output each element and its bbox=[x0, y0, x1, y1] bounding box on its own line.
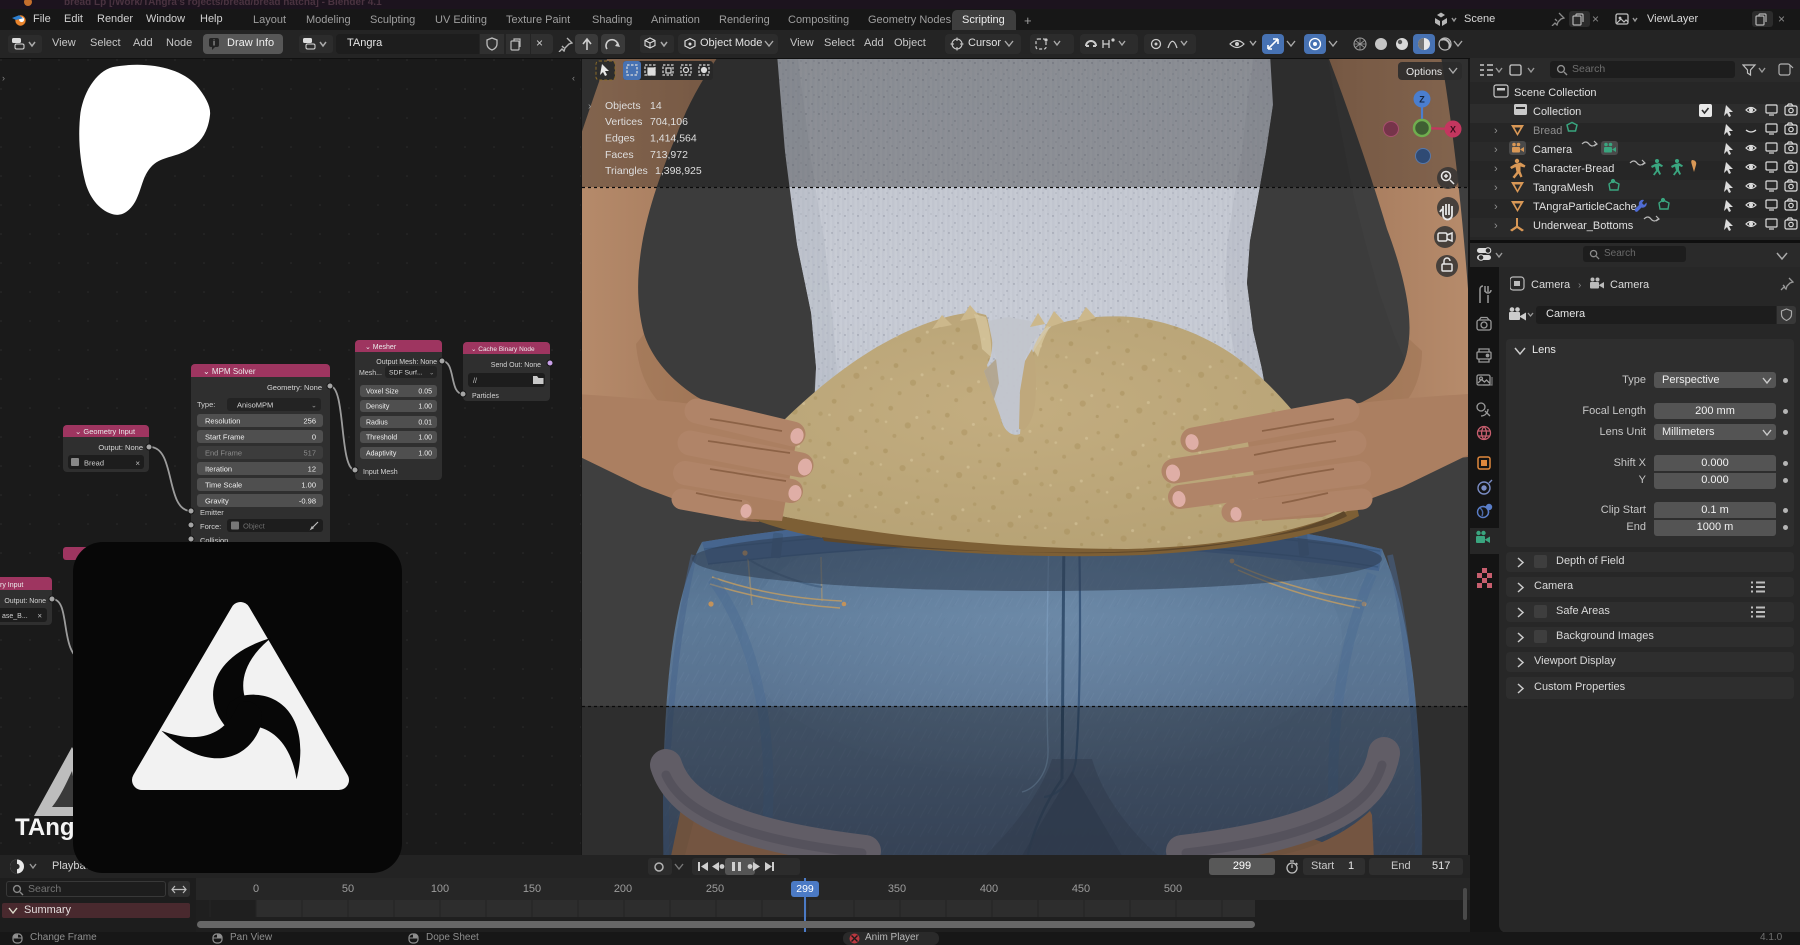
svg-text:Camera: Camera bbox=[1533, 144, 1573, 156]
svg-text://: // bbox=[473, 378, 477, 385]
svg-text:Particles: Particles bbox=[472, 393, 499, 400]
svg-text:704,106: 704,106 bbox=[650, 116, 688, 128]
svg-text:›: › bbox=[1494, 163, 1498, 175]
svg-text:Time Scale: Time Scale bbox=[205, 481, 242, 490]
svg-text:1.00: 1.00 bbox=[301, 481, 316, 490]
svg-text:TangraMesh: TangraMesh bbox=[1533, 182, 1594, 194]
svg-text:Character-Bread: Character-Bread bbox=[1533, 163, 1614, 175]
svg-text:ry Input: ry Input bbox=[0, 582, 23, 589]
svg-text:Input Mesh: Input Mesh bbox=[363, 469, 398, 476]
svg-text:Adaptivity: Adaptivity bbox=[366, 451, 397, 458]
svg-text:Emitter: Emitter bbox=[200, 508, 224, 517]
svg-text:Objects: Objects bbox=[605, 100, 641, 112]
svg-text:Camera: Camera bbox=[1531, 279, 1571, 291]
svg-text:›: › bbox=[1494, 220, 1498, 232]
svg-text:Bread: Bread bbox=[84, 459, 104, 468]
svg-text:1.00: 1.00 bbox=[418, 435, 432, 442]
svg-text:⌄ Cache Binary Node: ⌄ Cache Binary Node bbox=[471, 346, 535, 353]
svg-text:Force:: Force: bbox=[200, 522, 221, 531]
svg-text:14: 14 bbox=[650, 100, 662, 112]
svg-text:Threshold: Threshold bbox=[366, 435, 397, 442]
svg-text:Output: None: Output: None bbox=[4, 598, 46, 605]
svg-text:713,972: 713,972 bbox=[650, 149, 688, 161]
svg-text:Gravity: Gravity bbox=[205, 497, 229, 506]
svg-text:Bread: Bread bbox=[1533, 125, 1562, 137]
svg-text:Scene Collection: Scene Collection bbox=[1514, 87, 1597, 99]
svg-text:Collision: Collision bbox=[200, 536, 228, 545]
svg-text:›: › bbox=[588, 101, 591, 112]
svg-text:ase_B...: ase_B... bbox=[2, 613, 28, 620]
svg-text:0: 0 bbox=[312, 433, 316, 442]
svg-text:1,398,925: 1,398,925 bbox=[655, 165, 702, 177]
svg-text:Resolution: Resolution bbox=[205, 417, 240, 426]
svg-text:End Frame: End Frame bbox=[205, 449, 242, 458]
svg-text:›: › bbox=[2, 73, 5, 83]
svg-text:›: › bbox=[1494, 201, 1498, 213]
svg-text:Output: None: Output: None bbox=[98, 443, 143, 452]
svg-text:›: › bbox=[1494, 182, 1498, 194]
svg-text:Triangles: Triangles bbox=[605, 165, 648, 177]
svg-text:Density: Density bbox=[366, 404, 390, 411]
svg-text:Z: Z bbox=[1419, 95, 1425, 105]
svg-text:⌄ Mesher: ⌄ Mesher bbox=[365, 344, 397, 351]
svg-text:Mesh...: Mesh... bbox=[359, 370, 382, 377]
svg-text:⌄: ⌄ bbox=[311, 403, 317, 410]
svg-text:SDF Surf...: SDF Surf... bbox=[389, 370, 423, 377]
svg-text:Vertices: Vertices bbox=[605, 116, 642, 128]
svg-text:256: 256 bbox=[303, 417, 316, 426]
svg-text:Iteration: Iteration bbox=[205, 465, 232, 474]
svg-text:AnisoMPM: AnisoMPM bbox=[237, 401, 273, 410]
svg-text:X: X bbox=[1450, 125, 1456, 135]
svg-text:⌄: ⌄ bbox=[429, 370, 434, 377]
svg-text:Radius: Radius bbox=[366, 420, 388, 427]
svg-text:Edges: Edges bbox=[605, 133, 635, 145]
svg-text:-0.98: -0.98 bbox=[299, 497, 316, 506]
svg-text:Object: Object bbox=[243, 522, 266, 531]
svg-text:1.00: 1.00 bbox=[418, 451, 432, 458]
svg-text:TAngraParticleCache: TAngraParticleCache bbox=[1533, 201, 1637, 213]
svg-text:Send Out: None: Send Out: None bbox=[491, 362, 541, 369]
svg-text:⌄ MPM Solver: ⌄ MPM Solver bbox=[203, 367, 256, 376]
svg-text:×: × bbox=[37, 612, 42, 621]
svg-text:›: › bbox=[1578, 280, 1581, 291]
svg-text:⌄ Geometry Input: ⌄ Geometry Input bbox=[75, 427, 136, 436]
svg-text:TAngra: TAngra bbox=[15, 814, 98, 841]
svg-text:Faces: Faces bbox=[605, 149, 634, 161]
svg-text:1,414,564: 1,414,564 bbox=[650, 133, 697, 145]
svg-text:Type:: Type: bbox=[197, 400, 215, 409]
svg-text:517: 517 bbox=[303, 449, 316, 458]
svg-text:×: × bbox=[135, 459, 140, 468]
svg-text:Voxel Size: Voxel Size bbox=[366, 389, 399, 396]
svg-text:Geometry: None: Geometry: None bbox=[267, 383, 322, 392]
svg-text:Camera: Camera bbox=[1610, 279, 1650, 291]
svg-text:i: i bbox=[213, 39, 215, 48]
svg-text:Options: Options bbox=[1406, 66, 1442, 78]
svg-text:Underwear_Bottoms: Underwear_Bottoms bbox=[1533, 220, 1634, 232]
svg-text:1.00: 1.00 bbox=[418, 404, 432, 411]
svg-text:Collection: Collection bbox=[1533, 106, 1581, 118]
svg-text:0.05: 0.05 bbox=[418, 389, 432, 396]
svg-text:12: 12 bbox=[308, 465, 316, 474]
svg-text:Output Mesh: None: Output Mesh: None bbox=[376, 359, 437, 366]
svg-text:‹: ‹ bbox=[572, 73, 575, 83]
svg-text:›: › bbox=[1494, 125, 1498, 137]
svg-text:Start Frame: Start Frame bbox=[205, 433, 245, 442]
svg-text:›: › bbox=[1494, 144, 1498, 156]
svg-text:0.01: 0.01 bbox=[418, 420, 432, 427]
